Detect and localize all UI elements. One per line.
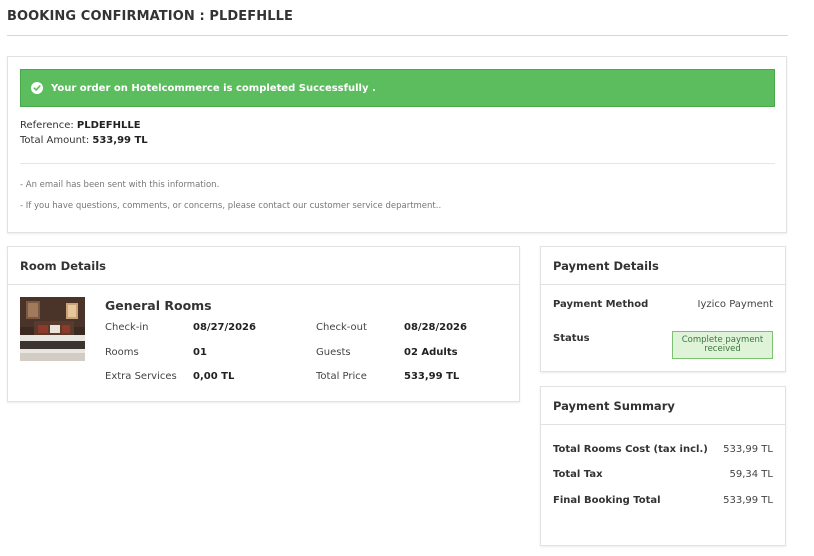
- checkin-label: Check-in: [105, 322, 149, 333]
- guests-label: Guests: [316, 347, 351, 358]
- total-price-label: Total Price: [316, 371, 367, 382]
- check-circle-icon: [31, 82, 43, 94]
- payment-details-header: Payment Details: [541, 247, 785, 285]
- reference-value: PLDEFHLLE: [76, 120, 141, 131]
- checkout-value: 08/28/2026: [404, 322, 467, 333]
- total-tax-value: 59,34 TL: [729, 469, 774, 480]
- total-price-value: 533,99 TL: [404, 371, 460, 382]
- extra-services-label: Extra Services: [105, 371, 177, 382]
- final-booking-total-value: 533,99 TL: [723, 495, 773, 506]
- confirmation-card: Your order on Hotelcommerce is completed…: [7, 56, 787, 233]
- reference-line: Reference: PLDEFHLLE: [20, 120, 141, 131]
- success-message: Your order on Hotelcommerce is completed…: [51, 82, 376, 94]
- guests-value: 02 Adults: [404, 347, 458, 358]
- reference-label: Reference:: [20, 120, 74, 131]
- checkout-label: Check-out: [316, 322, 367, 333]
- email-note: - An email has been sent with this infor…: [20, 180, 220, 190]
- total-amount-label: Total Amount:: [20, 135, 90, 146]
- hotel-room-photo: [20, 297, 85, 361]
- page-title: BOOKING CONFIRMATION : PLDEFHLLE: [7, 9, 293, 24]
- payment-method-value: Iyzico Payment: [697, 299, 773, 310]
- payment-summary-card: Payment Summary Total Rooms Cost (tax in…: [540, 386, 786, 546]
- room-details-card: Room Details General Rooms Check-in 08/2…: [7, 246, 520, 402]
- contact-note: - If you have questions, comments, or co…: [20, 201, 442, 211]
- rooms-label: Rooms: [105, 347, 139, 358]
- total-rooms-cost-value: 533,99 TL: [723, 444, 773, 455]
- checkin-value: 08/27/2026: [193, 322, 256, 333]
- rooms-value: 01: [193, 347, 207, 358]
- total-amount-value: 533,99 TL: [92, 135, 148, 146]
- total-amount-line: Total Amount: 533,99 TL: [20, 135, 148, 146]
- room-name: General Rooms: [105, 298, 212, 313]
- room-details-header: Room Details: [8, 247, 519, 285]
- final-booking-total-label: Final Booking Total: [553, 495, 661, 506]
- status-badge: Complete payment received: [672, 331, 773, 359]
- title-divider: [7, 35, 788, 36]
- payment-method-label: Payment Method: [553, 299, 649, 310]
- confirmation-divider: [20, 163, 775, 164]
- payment-details-card: Payment Details Payment Method Iyzico Pa…: [540, 246, 786, 372]
- total-rooms-cost-label: Total Rooms Cost (tax incl.): [553, 444, 708, 455]
- total-tax-label: Total Tax: [553, 469, 603, 480]
- extra-services-value: 0,00 TL: [193, 371, 235, 382]
- status-label: Status: [553, 333, 590, 344]
- success-alert: Your order on Hotelcommerce is completed…: [20, 69, 775, 107]
- payment-summary-header: Payment Summary: [541, 387, 785, 425]
